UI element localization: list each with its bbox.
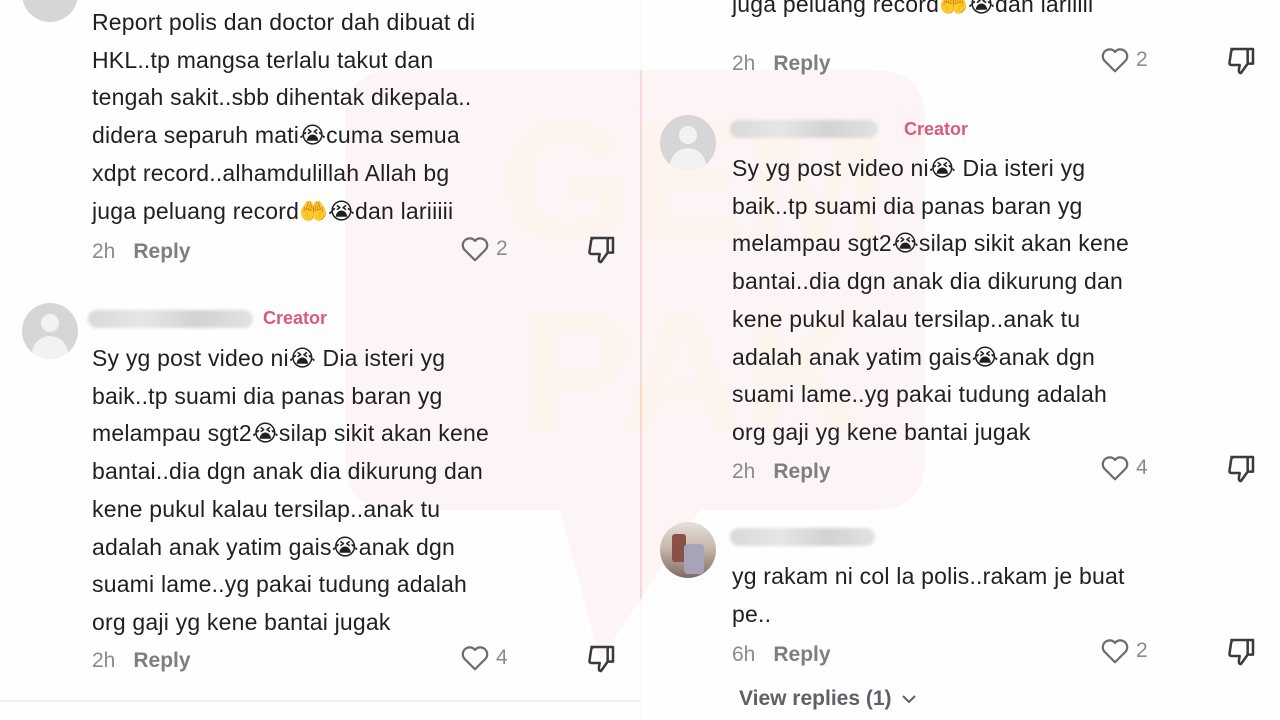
comment-text: Sy yg post video ni😭 Dia isteri yg baik.… <box>92 345 489 635</box>
creator-badge: Creator <box>904 119 969 139</box>
avatar[interactable] <box>660 115 716 171</box>
dislike-icon[interactable] <box>1225 453 1257 485</box>
like-button[interactable]: 2 <box>460 235 508 263</box>
dislike-icon[interactable] <box>1225 636 1257 668</box>
dislike-icon[interactable] <box>585 234 617 266</box>
like-button[interactable]: 2 <box>1100 637 1148 665</box>
comment-time: 2h <box>732 52 756 75</box>
comment-text: juga peluang record🤲😭dan lariiiii <box>732 0 1094 17</box>
heart-outline-icon <box>461 237 489 262</box>
like-button[interactable]: 4 <box>460 644 508 672</box>
comment-text: yg rakam ni col la polis..rakam je buat … <box>732 563 1125 627</box>
comment-meta: 6h Reply <box>732 643 831 667</box>
right-comments-panel: juga peluang record🤲😭dan lariiiii 2h Repl… <box>642 0 1280 720</box>
like-count: 4 <box>1136 456 1148 479</box>
comment-time: 2h <box>732 460 756 483</box>
like-count: 2 <box>1136 639 1148 662</box>
like-count: 2 <box>1136 48 1148 71</box>
username-blurred <box>730 120 878 138</box>
comment-time: 6h <box>732 643 756 666</box>
dislike-icon[interactable] <box>585 643 617 675</box>
username-blurred <box>730 528 875 546</box>
comment-meta: 2h Reply <box>92 240 191 264</box>
comment-time: 2h <box>92 649 116 672</box>
chevron-down-icon <box>902 695 917 704</box>
reply-button[interactable]: Reply <box>773 52 830 75</box>
heart-outline-icon <box>461 646 489 671</box>
comment-meta: 2h Reply <box>732 460 831 484</box>
like-count: 4 <box>496 646 508 669</box>
avatar[interactable] <box>660 522 716 578</box>
reply-button[interactable]: Reply <box>133 649 190 672</box>
heart-outline-icon <box>1101 48 1129 73</box>
left-comments-panel: Report polis dan doctor dah dibuat di HK… <box>0 0 640 720</box>
avatar[interactable] <box>22 303 78 359</box>
view-replies-button[interactable]: View replies (1) <box>739 687 917 711</box>
comment-meta: 2h Reply <box>92 649 191 673</box>
reply-button[interactable]: Reply <box>133 240 190 263</box>
dislike-icon[interactable] <box>1225 45 1257 77</box>
username-blurred <box>88 310 253 328</box>
reply-button[interactable]: Reply <box>773 460 830 483</box>
heart-outline-icon <box>1101 639 1129 664</box>
like-count: 2 <box>496 237 508 260</box>
comment-text: Sy yg post video ni😭 Dia isteri yg baik.… <box>732 155 1129 445</box>
comment-text: Report polis dan doctor dah dibuat di HK… <box>92 9 476 224</box>
view-replies-label: View replies (1) <box>739 687 892 710</box>
avatar[interactable] <box>22 0 78 22</box>
heart-outline-icon <box>1101 456 1129 481</box>
divider <box>0 700 640 702</box>
creator-badge: Creator <box>263 308 328 328</box>
like-button[interactable]: 2 <box>1100 46 1148 74</box>
comment-time: 2h <box>92 240 116 263</box>
reply-button[interactable]: Reply <box>773 643 830 666</box>
comment-meta: 2h Reply <box>732 52 831 76</box>
like-button[interactable]: 4 <box>1100 454 1148 482</box>
